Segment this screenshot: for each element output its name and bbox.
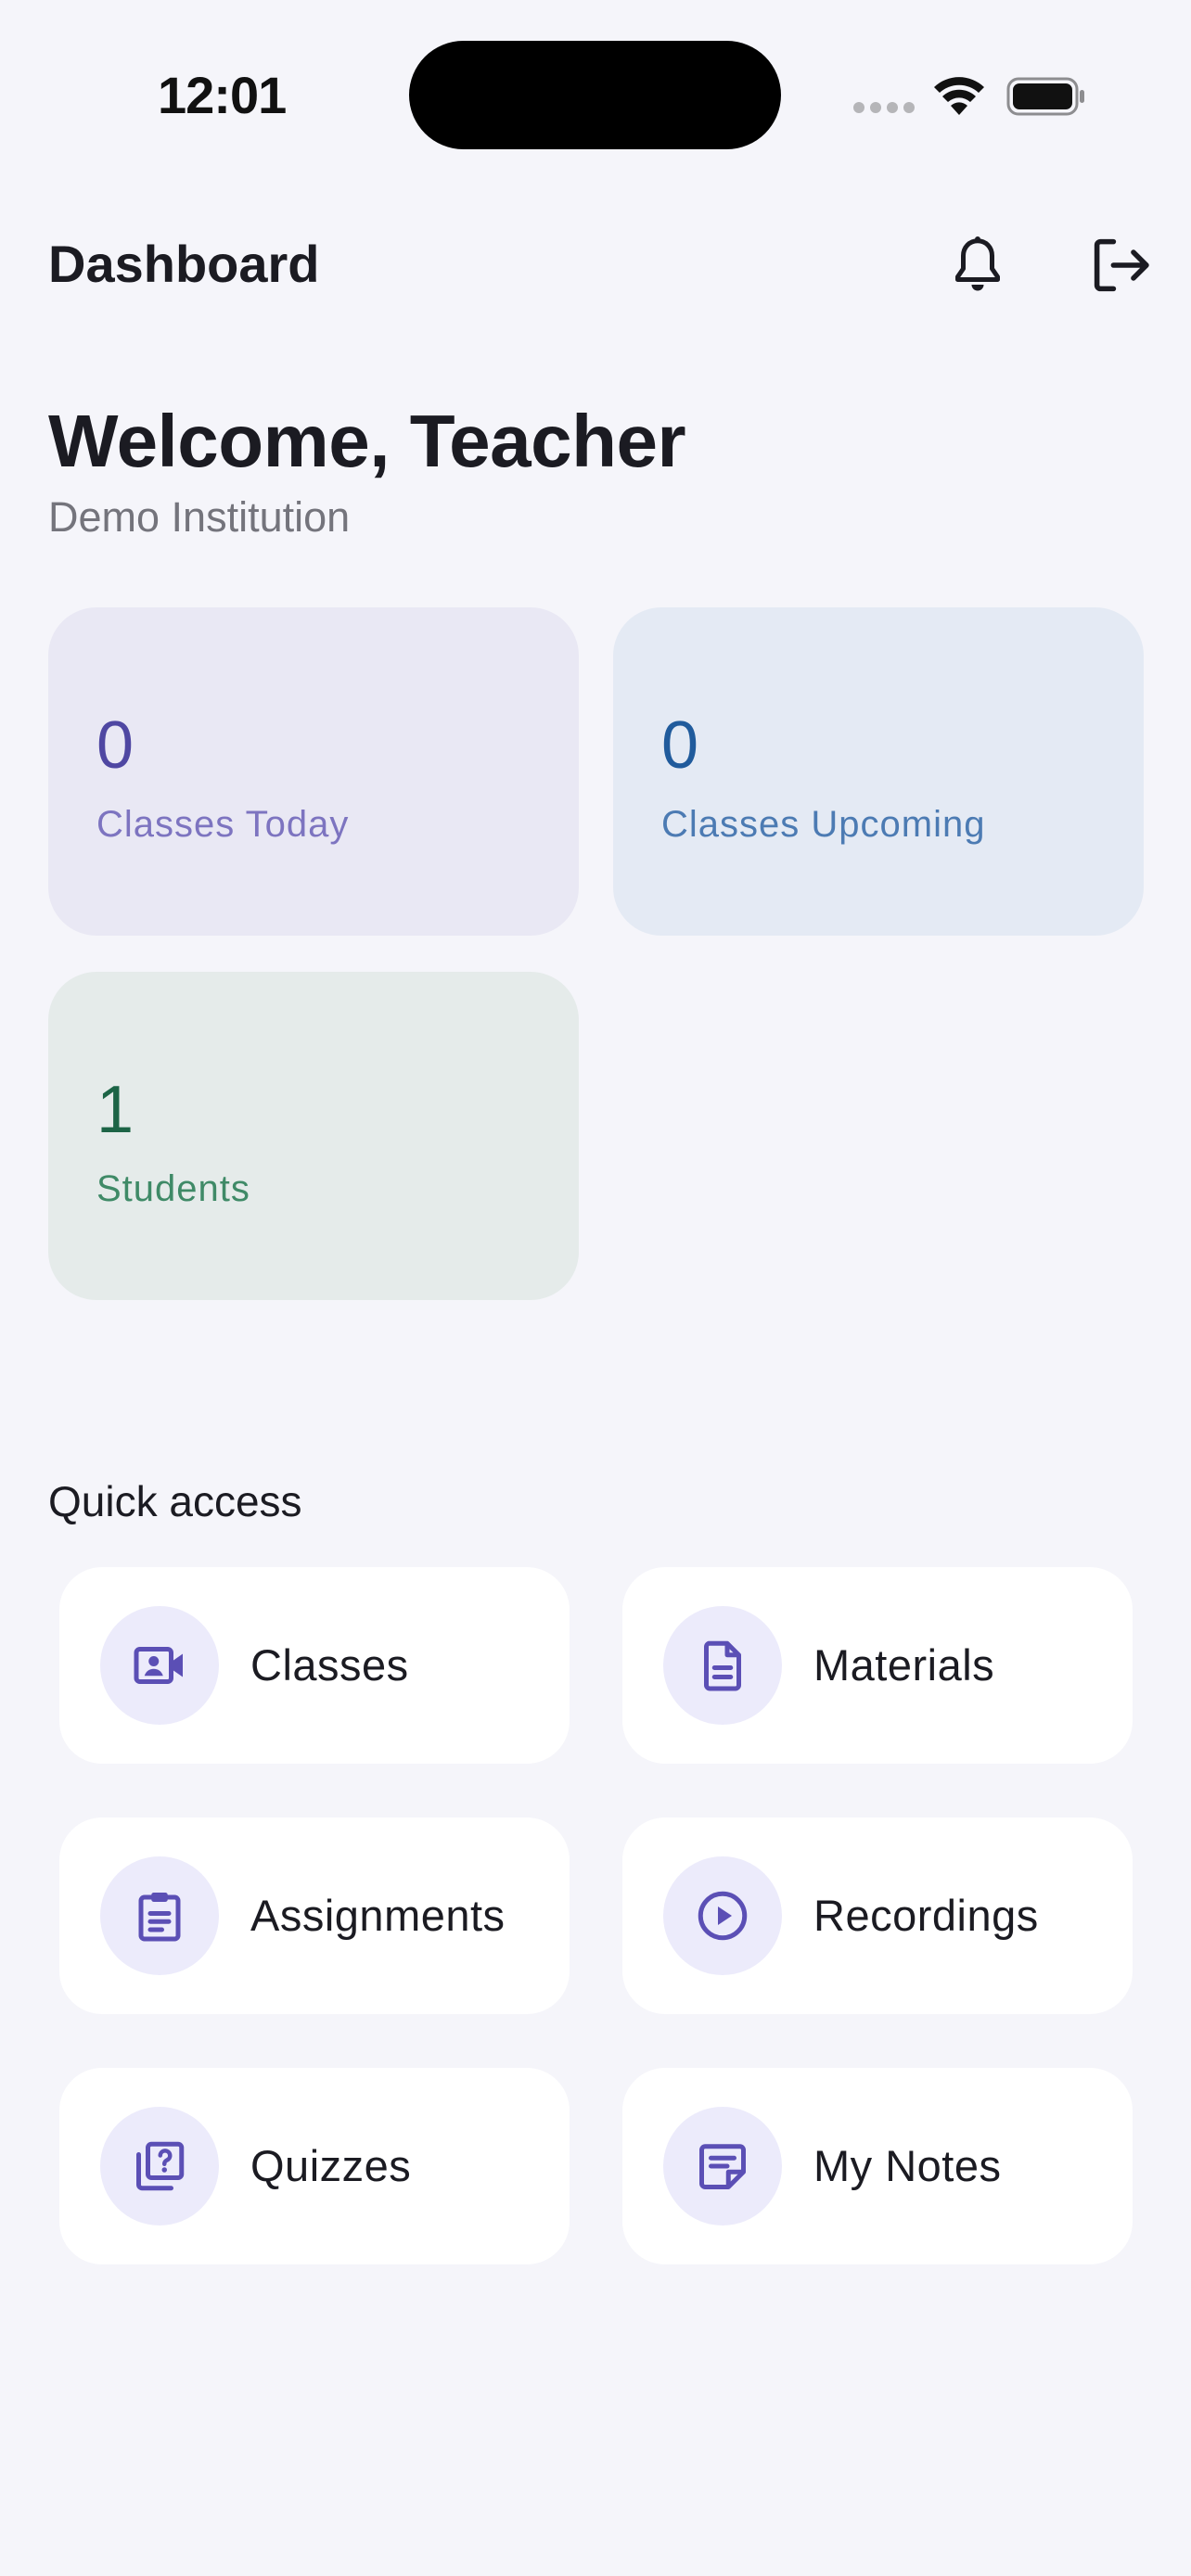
icon-bubble	[100, 1856, 219, 1975]
clipboard-icon	[138, 1893, 181, 1942]
stat-card-classes-upcoming: 0 Classes Upcoming	[613, 607, 1144, 936]
icon-bubble	[663, 1606, 782, 1725]
logout-icon	[1094, 238, 1149, 292]
status-bar: 12:01	[0, 0, 1191, 167]
quick-access-label: Classes	[250, 1640, 409, 1690]
quick-access-recordings[interactable]: Recordings	[622, 1817, 1133, 2014]
stat-label: Students	[96, 1168, 250, 1209]
bell-icon	[955, 236, 1000, 291]
notifications-button[interactable]	[931, 219, 1024, 312]
wifi-icon	[934, 77, 984, 115]
dashboard-screen: 12:01 Dashboard Welcome, Teacher Demo In…	[0, 0, 1191, 2576]
dynamic-island	[409, 41, 781, 149]
welcome-heading: Welcome, Teacher	[48, 400, 686, 482]
note-icon	[699, 2144, 746, 2189]
video-contact-icon	[134, 1647, 183, 1684]
document-icon	[704, 1640, 741, 1691]
logout-button[interactable]	[1074, 219, 1167, 312]
play-circle-icon	[698, 1891, 748, 1941]
stat-label: Classes Upcoming	[661, 804, 986, 845]
quick-access-heading: Quick access	[48, 1477, 302, 1525]
quick-access-label: Quizzes	[250, 2141, 412, 2190]
icon-bubble	[100, 1606, 219, 1725]
stat-label: Classes Today	[96, 804, 350, 845]
battery-icon	[1006, 77, 1084, 116]
institution-name: Demo Institution	[48, 493, 351, 541]
icon-bubble	[100, 2107, 219, 2225]
quick-access-label: Recordings	[813, 1891, 1039, 1940]
icon-bubble	[663, 2107, 782, 2225]
stat-value: 1	[96, 1073, 134, 1147]
quick-access-assignments[interactable]: Assignments	[59, 1817, 570, 2014]
quick-access-quizzes[interactable]: Quizzes	[59, 2068, 570, 2264]
quick-access-my-notes[interactable]: My Notes	[622, 2068, 1133, 2264]
quick-access-label: Assignments	[250, 1891, 506, 1940]
stat-value: 0	[661, 708, 699, 783]
cellular-signal-icon	[853, 102, 915, 115]
status-time: 12:01	[158, 66, 287, 124]
quick-access-label: Materials	[813, 1640, 995, 1690]
quiz-icon	[136, 2141, 185, 2191]
page-title: Dashboard	[48, 235, 320, 293]
stat-card-students: 1 Students	[48, 972, 579, 1300]
stat-card-classes-today: 0 Classes Today	[48, 607, 579, 936]
stat-value: 0	[96, 708, 134, 783]
app-bar: Dashboard	[0, 213, 1191, 315]
quick-access-classes[interactable]: Classes	[59, 1567, 570, 1764]
icon-bubble	[663, 1856, 782, 1975]
quick-access-materials[interactable]: Materials	[622, 1567, 1133, 1764]
quick-access-label: My Notes	[813, 2141, 1002, 2190]
